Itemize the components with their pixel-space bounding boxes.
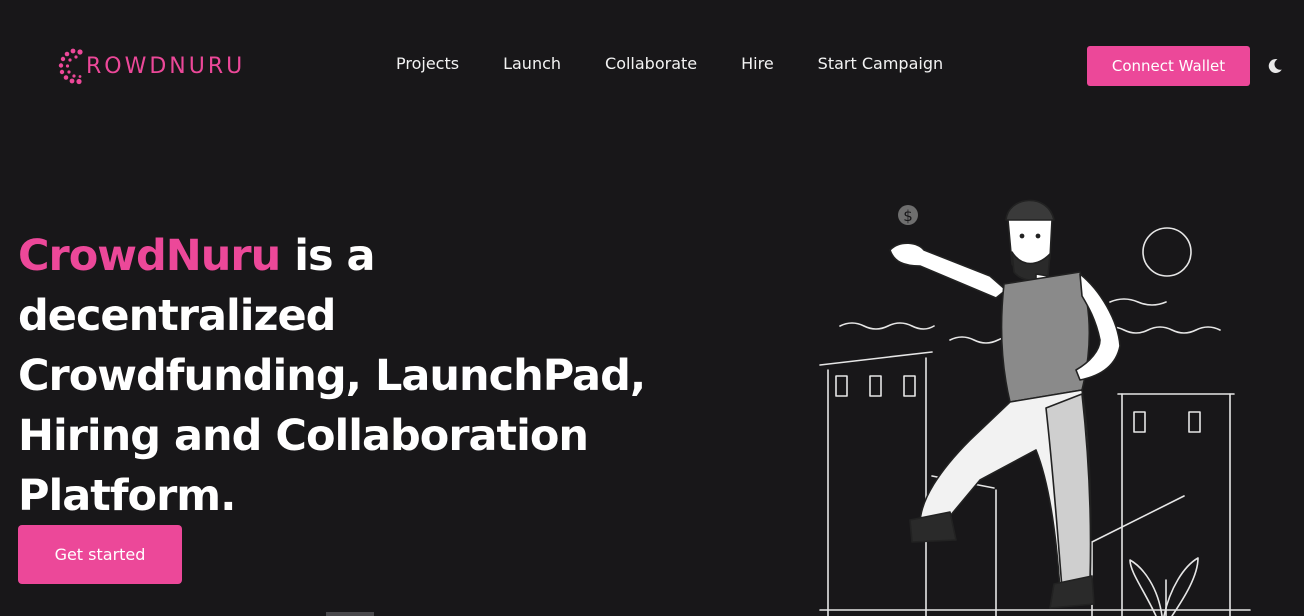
nav-collaborate[interactable]: Collaborate [605,54,697,73]
sun-icon [1142,227,1192,277]
moon-icon[interactable] [1266,57,1284,75]
hero-title-brand: CrowdNuru [18,231,281,281]
landing-page: ROWDNURU Projects Launch Collaborate Hir… [0,0,1304,616]
logo-mark-icon [58,48,83,85]
hero-illustration: $ [819,199,1251,616]
hero-title: CrowdNuru is a decentralized Crowdfundin… [18,226,658,526]
nav-launch[interactable]: Launch [503,54,561,73]
coin-dollar-sign: $ [903,207,913,225]
main-nav: Projects Launch Collaborate Hire Start C… [396,54,943,73]
nav-start-campaign[interactable]: Start Campaign [818,54,943,73]
logo[interactable]: ROWDNURU [56,46,245,86]
scroll-indicator [326,612,374,616]
logo-text: ROWDNURU [86,53,246,79]
connect-wallet-button[interactable]: Connect Wallet [1087,46,1250,86]
nav-hire[interactable]: Hire [741,54,774,73]
nav-projects[interactable]: Projects [396,54,459,73]
get-started-button[interactable]: Get started [18,525,182,584]
